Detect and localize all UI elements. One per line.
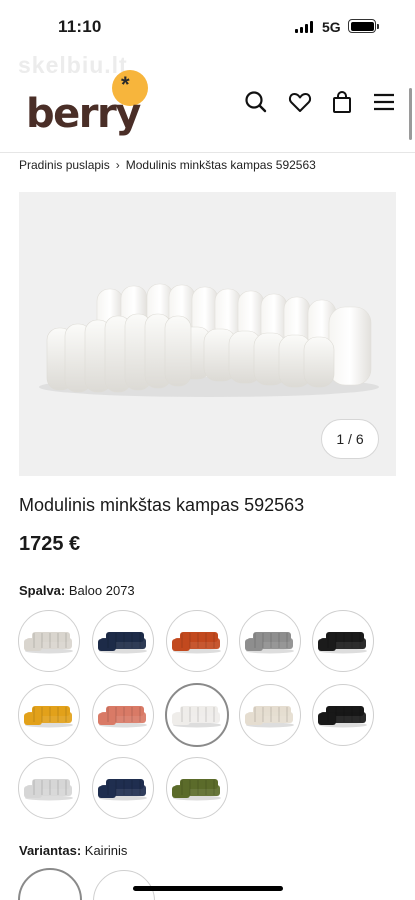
scrollbar[interactable]	[409, 88, 412, 140]
heart-icon[interactable]	[287, 89, 313, 115]
sofa-thumbnail-icon	[318, 632, 367, 654]
color-swatch[interactable]	[18, 610, 80, 672]
sofa-thumbnail-icon	[318, 706, 367, 728]
color-swatch[interactable]	[165, 683, 229, 747]
sofa-thumbnail-icon	[98, 706, 147, 728]
color-swatch[interactable]	[312, 610, 374, 672]
color-swatch[interactable]	[312, 684, 374, 746]
network-type: 5G	[322, 19, 341, 35]
product-image[interactable]: 1 / 6	[19, 192, 396, 476]
product-title: Modulinis minkštas kampas 592563	[19, 495, 305, 515]
color-swatch[interactable]	[92, 684, 154, 746]
berry-logo[interactable]: * berry	[26, 70, 156, 140]
variant-swatch-right[interactable]	[93, 870, 155, 900]
color-swatch[interactable]	[18, 684, 80, 746]
logo-text: berry	[26, 91, 141, 137]
color-label-key: Spalva:	[19, 583, 66, 598]
sofa-thumbnail-icon	[172, 632, 221, 654]
breadcrumb-home-link[interactable]: Pradinis puslapis	[19, 158, 110, 172]
variant-label: Variantas: Kairinis	[19, 843, 127, 858]
sofa-thumbnail-icon	[24, 779, 73, 801]
color-value: Baloo 2073	[68, 583, 135, 598]
color-swatch[interactable]	[18, 757, 80, 819]
signal-icon	[295, 21, 315, 33]
color-swatch[interactable]	[239, 684, 301, 746]
site-header: * berry	[0, 56, 415, 153]
status-bar: 11:10 5G	[0, 0, 415, 56]
sofa-thumbnail-icon	[245, 706, 294, 728]
home-indicator	[133, 886, 283, 891]
sofa-thumbnail-icon	[172, 706, 221, 728]
sofa-thumbnail-icon	[24, 706, 73, 728]
color-swatch[interactable]	[92, 757, 154, 819]
color-swatch[interactable]	[239, 610, 301, 672]
sofa-thumbnail-icon	[172, 779, 221, 801]
bag-icon[interactable]	[329, 89, 355, 115]
sofa-thumbnail-icon	[24, 632, 73, 654]
chevron-right-icon: ›	[115, 158, 120, 172]
sofa-thumbnail-icon	[245, 632, 294, 654]
battery-icon	[348, 19, 379, 33]
color-swatch[interactable]	[166, 610, 228, 672]
breadcrumb: Pradinis puslapis › Modulinis minkštas k…	[19, 157, 316, 173]
color-label: Spalva: Baloo 2073	[19, 583, 135, 598]
status-time: 11:10	[58, 17, 102, 36]
menu-icon[interactable]	[371, 89, 397, 115]
color-swatch[interactable]	[166, 757, 228, 819]
variant-swatch-left[interactable]	[18, 868, 82, 900]
gallery-pager[interactable]: 1 / 6	[321, 419, 379, 459]
variant-label-key: Variantas:	[19, 843, 82, 858]
product-price: 1725 €	[19, 533, 81, 555]
sofa-thumbnail-icon	[98, 632, 147, 654]
breadcrumb-current: Modulinis minkštas kampas 592563	[125, 158, 316, 172]
search-icon[interactable]	[243, 89, 269, 115]
variant-value: Kairinis	[84, 843, 128, 858]
color-swatch[interactable]	[92, 610, 154, 672]
sofa-thumbnail-icon	[98, 779, 147, 801]
